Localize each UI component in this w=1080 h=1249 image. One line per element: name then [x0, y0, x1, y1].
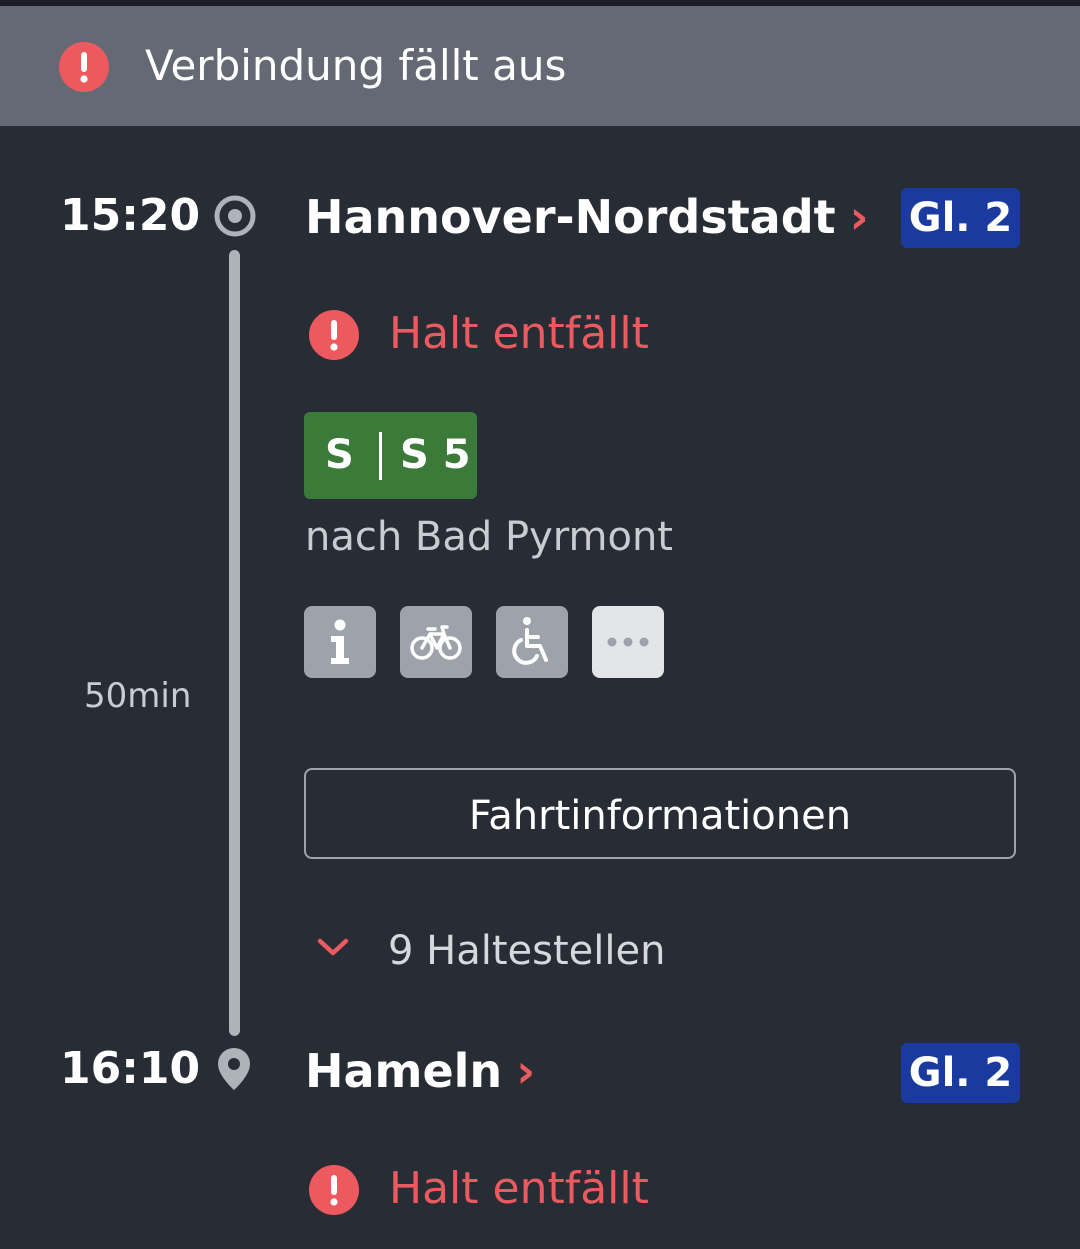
origin-circle-icon	[212, 193, 258, 243]
line-badge-divider	[379, 432, 382, 480]
alert-icon	[309, 310, 359, 360]
line-direction: nach Bad Pyrmont	[305, 514, 673, 560]
alert-icon	[59, 42, 109, 92]
arrival-station-link[interactable]: Hameln ›	[305, 1044, 535, 1098]
banner-text: Verbindung fällt aus	[145, 41, 567, 90]
wheelchair-icon[interactable]	[496, 606, 568, 678]
departure-station-name: Hannover-Nordstadt	[305, 190, 836, 244]
chevron-right-icon: ›	[516, 1044, 536, 1098]
bicycle-icon[interactable]	[400, 606, 472, 678]
departure-station-link[interactable]: Hannover-Nordstadt ›	[305, 190, 869, 244]
chevron-down-icon	[317, 938, 349, 956]
line-number: S 5	[400, 432, 471, 478]
arrival-time: 16:10	[60, 1043, 201, 1094]
travel-duration: 50min	[84, 676, 192, 716]
line-badge: S S 5	[304, 412, 477, 499]
departure-cancellation-notice: Halt entfällt	[389, 308, 649, 359]
arrival-station-name: Hameln	[305, 1044, 503, 1098]
trip-information-button[interactable]: Fahrtinformationen	[304, 768, 1016, 859]
alert-icon	[309, 1165, 359, 1215]
location-pin-icon	[216, 1046, 252, 1096]
arrival-cancellation-notice: Halt entfällt	[389, 1163, 649, 1214]
chevron-right-icon: ›	[849, 190, 869, 244]
cancellation-banner: Verbindung fällt aus	[0, 6, 1080, 126]
departure-platform-badge: Gl. 2	[901, 188, 1020, 248]
more-icon[interactable]	[592, 606, 664, 678]
departure-time: 15:20	[60, 190, 201, 241]
stops-count-label: 9 Haltestellen	[388, 928, 666, 974]
info-icon[interactable]	[304, 606, 376, 678]
arrival-platform-badge: Gl. 2	[901, 1043, 1020, 1103]
timeline-line	[229, 250, 240, 1036]
line-product: S	[325, 432, 354, 478]
